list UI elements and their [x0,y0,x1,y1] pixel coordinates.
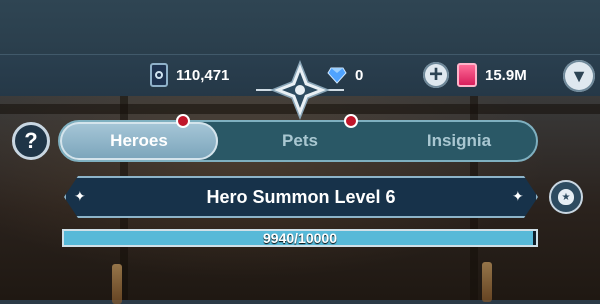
summon-progress-bar: 9940/10000 [62,229,538,247]
tab-pets[interactable]: Pets [218,122,382,160]
tab-insignia[interactable]: Insignia [382,122,536,160]
tab-label: Insignia [426,131,492,150]
dropdown-button[interactable]: ▼ [563,60,595,92]
tab-label: Pets [282,131,318,150]
card-currency: 110,471 [150,60,229,90]
sparkle-icon: ✦ [512,188,524,204]
lantern [482,262,492,302]
ornament-emblem-icon [256,60,344,120]
ruby-icon [457,63,477,87]
help-button[interactable]: ? [12,122,50,160]
ruby-count: 15.9M [485,66,527,84]
progress-text: 9940/10000 [263,230,337,246]
sparkle-icon: ✦ [74,188,86,204]
notification-badge [176,114,190,128]
card-icon [150,63,168,87]
add-currency-button[interactable]: + [423,62,449,88]
summon-tabs: Heroes Pets Insignia [58,114,538,162]
tab-heroes[interactable]: Heroes [60,122,218,160]
coin-bag-icon: ★ [558,189,574,205]
card-count: 110,471 [176,66,230,84]
notification-badge [344,114,358,128]
chevron-down-icon: ▼ [570,65,588,86]
top-backdrop [0,0,600,54]
gem-count: 0 [355,66,364,84]
summon-level-title: Hero Summon Level 6 [206,186,396,207]
lantern [112,264,122,304]
ruby-currency: + 15.9M [423,60,527,90]
tab-label: Heroes [110,131,168,150]
summon-rewards-button[interactable]: ★ [549,180,583,214]
